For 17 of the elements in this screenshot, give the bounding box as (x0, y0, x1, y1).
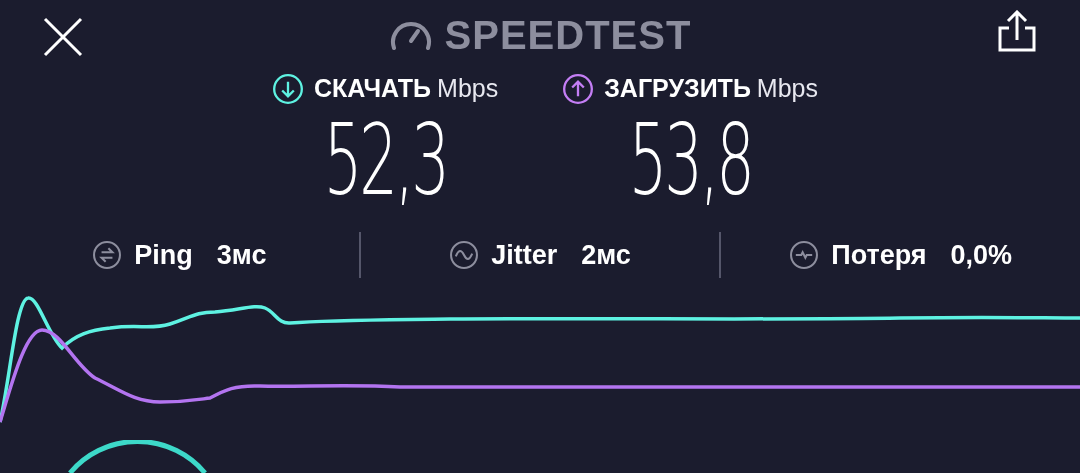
metric-value: 52,3 (323, 110, 447, 210)
gauge-icon (388, 19, 433, 51)
stat-value: 0,0% (950, 238, 1013, 272)
unit-label: Mbps (756, 73, 818, 105)
stat-label: Потеря (831, 238, 927, 272)
metric-value: 53,8 (628, 110, 752, 210)
metric-label: ЗАГРУЗИТЬ (604, 73, 751, 105)
stat-label: Jitter (491, 238, 558, 272)
app-title: SPEEDTEST (444, 12, 692, 59)
metric-label: СКАЧАТЬ (314, 73, 432, 105)
loss-icon (789, 240, 820, 270)
stat-value: 2мс (581, 238, 631, 272)
stat-label: Ping (134, 238, 193, 272)
stat-value: 3мс (216, 238, 267, 272)
jitter-icon (449, 240, 480, 270)
unit-label: Mbps (437, 73, 499, 105)
ping-icon (92, 240, 123, 270)
